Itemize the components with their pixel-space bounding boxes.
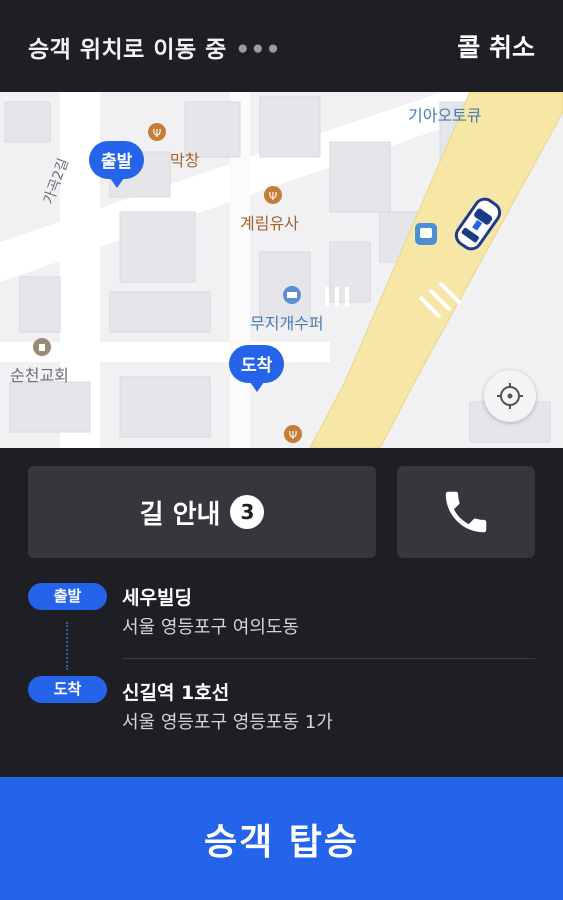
svg-text:Ψ: Ψ: [289, 429, 298, 442]
departure-pin[interactable]: 출발: [89, 141, 145, 188]
map-canvas: Ψ Ψ Ψ: [0, 92, 563, 448]
status-text: 승객 위치로 이동 중: [28, 37, 227, 63]
arrival-pin[interactable]: 도착: [229, 345, 285, 392]
svg-text:Ψ: Ψ: [269, 190, 278, 203]
departure-tag: 출발: [28, 583, 107, 610]
svg-text:Ψ: Ψ: [153, 127, 162, 140]
navigation-button[interactable]: 길 안내 3: [28, 466, 376, 558]
arrival-tag: 도착: [28, 676, 107, 703]
map-view[interactable]: Ψ Ψ Ψ 기아오토큐 막창 계림유사 가곡2길 무지개수퍼 순천교회 출발 도…: [0, 92, 563, 448]
map-label-mujigae: 무지개수퍼: [250, 314, 324, 333]
cancel-call-button[interactable]: 콜 취소: [457, 28, 535, 64]
arrival-address: 서울 영등포구 영등포동 1가: [122, 712, 333, 733]
passenger-boarded-button[interactable]: 승객 탑승: [0, 777, 563, 900]
departure-address: 서울 영등포구 여의도동: [122, 617, 300, 638]
top-bar: 승객 위치로 이동 중 ••• 콜 취소: [0, 0, 563, 92]
arrival-name: 신길역 1호선: [122, 682, 230, 704]
navigation-count-badge: 3: [230, 495, 265, 529]
navigation-label: 길 안내: [139, 499, 221, 530]
restaurant-icon: Ψ: [284, 425, 302, 443]
store-icon: [283, 286, 301, 304]
crosshair-icon: [497, 383, 523, 409]
divider: [122, 658, 535, 659]
map-label-gyerim: 계림유사: [240, 214, 299, 233]
map-label-church: 순천교회: [10, 366, 69, 385]
status-dots: •••: [235, 37, 281, 63]
phone-icon: [445, 491, 487, 533]
restaurant-icon: Ψ: [264, 186, 282, 204]
trip-status: 승객 위치로 이동 중 •••: [28, 30, 281, 64]
call-button[interactable]: [397, 466, 535, 558]
departure-name: 세우빌딩: [122, 587, 192, 609]
map-label-kia-autoq: 기아오토큐: [408, 106, 482, 125]
church-icon: [33, 338, 51, 356]
bus-stop-icon: [415, 223, 437, 245]
map-label-restaurant: 막창: [170, 151, 200, 170]
route-connector: [66, 622, 68, 670]
my-location-button[interactable]: [484, 370, 536, 422]
restaurant-icon: Ψ: [148, 123, 166, 141]
